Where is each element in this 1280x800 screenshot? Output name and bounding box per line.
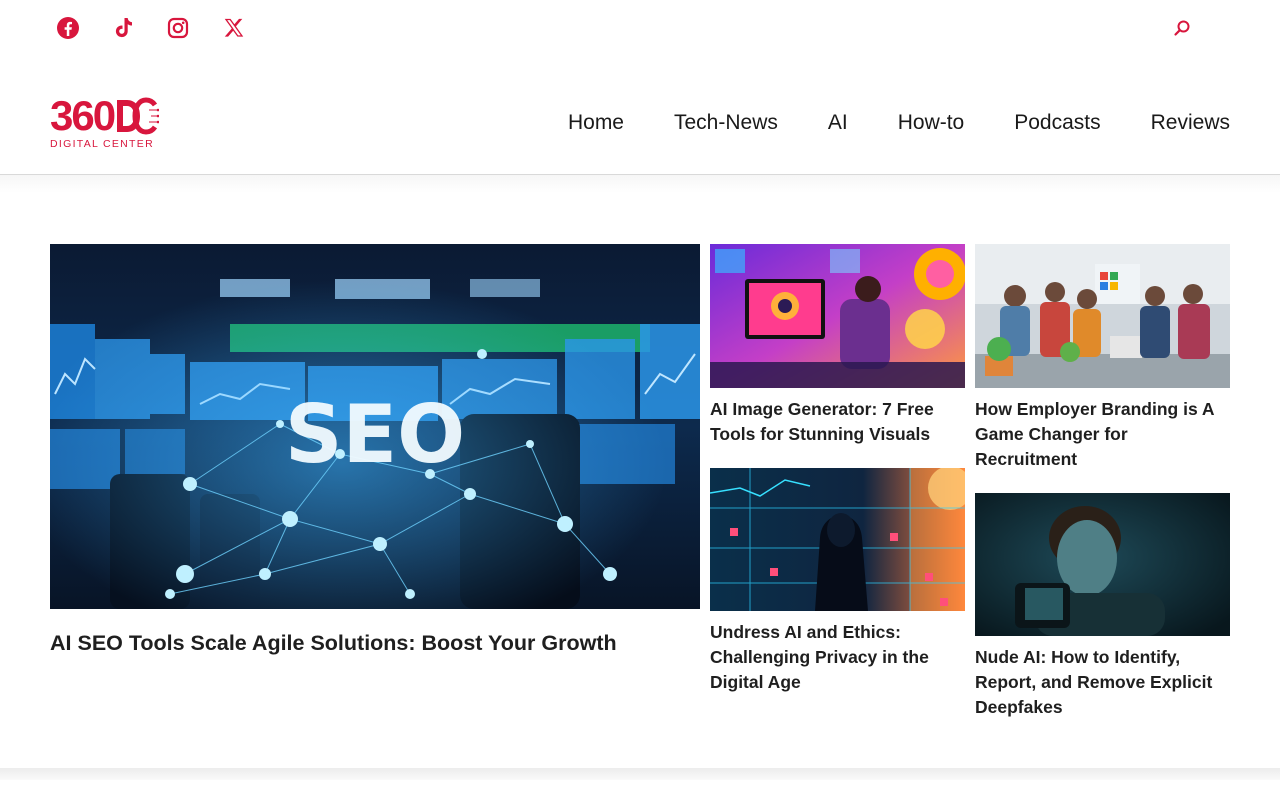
facebook-icon[interactable]	[55, 15, 81, 41]
post-image[interactable]	[710, 468, 965, 611]
post-title[interactable]: AI Image Generator: 7 Free Tools for Stu…	[710, 397, 965, 447]
instagram-icon[interactable]	[165, 15, 191, 41]
site-header: 360 DIGITAL CENTER Home Tech-News AI How…	[0, 56, 1280, 174]
post-image[interactable]	[975, 493, 1230, 636]
nav-item-how-to[interactable]: How-to	[898, 110, 965, 136]
post-card-undress-ai-ethics[interactable]: Undress AI and Ethics: Challenging Priva…	[710, 468, 965, 703]
logo-tagline: DIGITAL CENTER	[50, 138, 154, 150]
x-icon[interactable]	[221, 15, 247, 41]
post-title[interactable]: Undress AI and Ethics: Challenging Priva…	[710, 620, 965, 695]
logo-mark: 360	[50, 94, 175, 138]
nav-item-home[interactable]: Home	[568, 110, 624, 136]
nav-item-reviews[interactable]: Reviews	[1151, 110, 1230, 136]
featured-post[interactable]: SEO AI SEO Tools Scale Agile Solutions: …	[50, 244, 700, 664]
nav-item-ai[interactable]: AI	[828, 110, 848, 136]
post-title[interactable]: How Employer Branding is A Game Changer …	[975, 397, 1230, 472]
nav-item-podcasts[interactable]: Podcasts	[1014, 110, 1100, 136]
post-card-nude-ai-deepfakes[interactable]: Nude AI: How to Identify, Report, and Re…	[975, 493, 1230, 728]
search-icon	[1174, 20, 1190, 36]
header-shadow	[0, 175, 1280, 193]
nav-item-tech-news[interactable]: Tech-News	[674, 110, 778, 136]
main-navigation: Home Tech-News AI How-to Podcasts Review…	[568, 110, 1230, 136]
tiktok-icon[interactable]	[110, 15, 136, 41]
featured-post-title[interactable]: AI SEO Tools Scale Agile Solutions: Boos…	[50, 629, 700, 657]
post-image[interactable]	[975, 244, 1230, 388]
featured-image-seo-text: SEO	[285, 388, 465, 481]
site-logo[interactable]: 360 DIGITAL CENTER	[50, 94, 175, 156]
logo-circuit-dc	[117, 97, 160, 135]
post-card-ai-image-generator[interactable]: AI Image Generator: 7 Free Tools for Stu…	[710, 244, 965, 454]
post-card-employer-branding[interactable]: How Employer Branding is A Game Changer …	[975, 244, 1230, 479]
featured-post-image[interactable]: SEO	[50, 244, 700, 609]
social-bar	[0, 0, 1280, 56]
post-title[interactable]: Nude AI: How to Identify, Report, and Re…	[975, 645, 1230, 720]
logo-number: 360	[50, 92, 116, 139]
section-shadow	[0, 768, 1280, 780]
post-image[interactable]	[710, 244, 965, 388]
search-button[interactable]	[1171, 17, 1193, 39]
